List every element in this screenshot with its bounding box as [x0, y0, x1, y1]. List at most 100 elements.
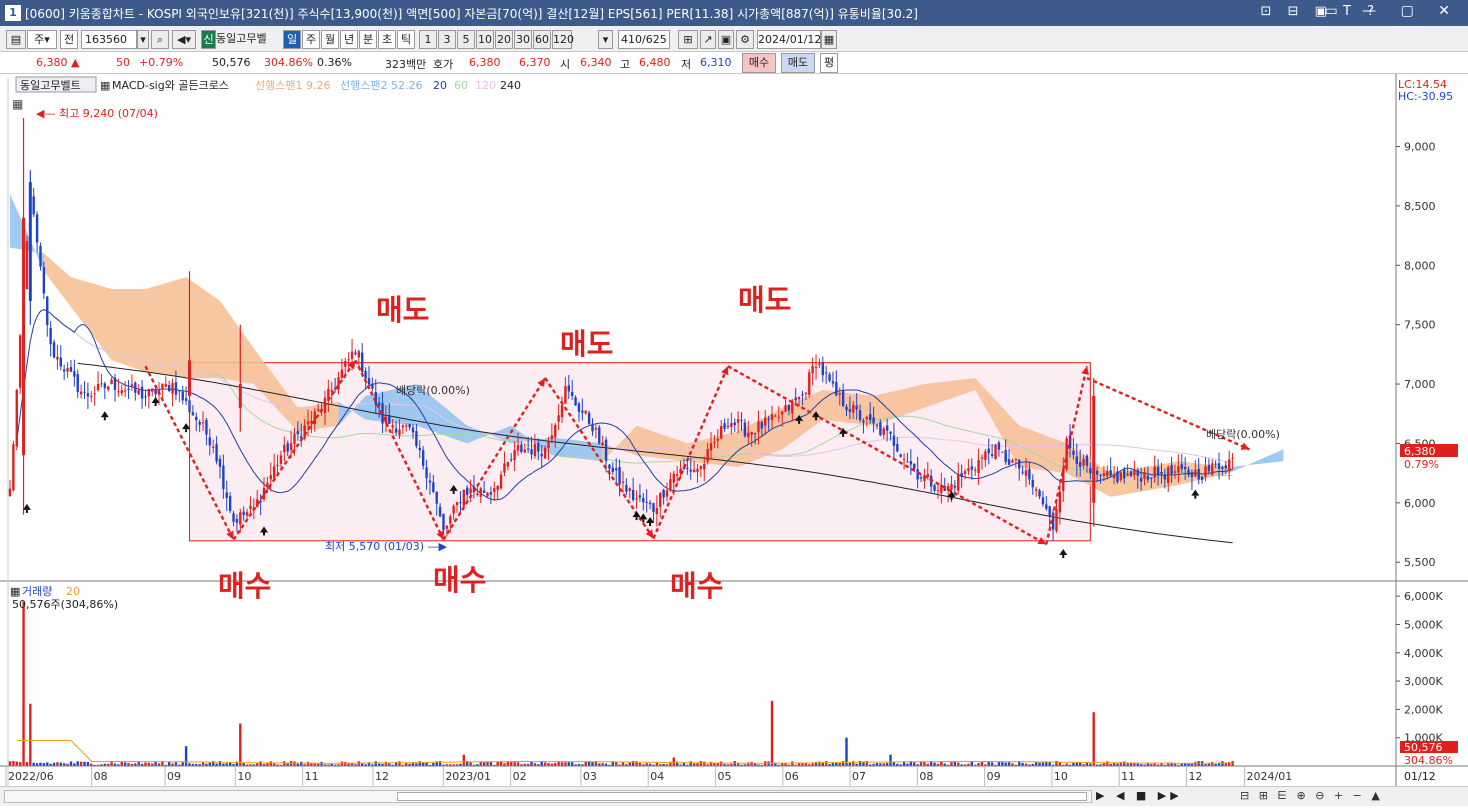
volume-bar — [858, 761, 862, 766]
sell-button[interactable]: 매도 — [781, 53, 815, 73]
code-dropdown-icon[interactable]: ▾ — [137, 30, 149, 49]
candle-body — [733, 422, 736, 426]
zoom-controls[interactable]: ⊟ ⊞ ⋿ ⊕ ⊖ + − ▲ — [1240, 789, 1383, 802]
golden-cross-arrow-stem — [950, 496, 953, 500]
minute-tab-1[interactable]: 1 — [419, 30, 437, 49]
candle-body — [584, 410, 587, 414]
period-select[interactable]: 주▾ — [27, 30, 57, 49]
minute-tab-60[interactable]: 60 — [533, 30, 551, 49]
candle-body — [750, 431, 753, 435]
candle-body — [499, 474, 503, 489]
volume-bar — [824, 761, 828, 766]
candle-body — [902, 458, 906, 460]
candle-body — [618, 467, 621, 485]
save-icon[interactable]: ▣ — [718, 30, 734, 49]
period-tab-5[interactable]: 초 — [378, 30, 396, 49]
scroll-thumb[interactable] — [397, 792, 1087, 801]
gear-icon[interactable]: ⚙ — [736, 30, 754, 49]
buy-button[interactable]: 매수 — [742, 53, 776, 73]
scroll-track[interactable] — [4, 790, 1092, 803]
candle-body — [69, 367, 73, 372]
volume-bar — [110, 762, 113, 766]
window-title: [0600] 키움종합차트 - KOSPI 외국인보유[321(천)] 주식수[… — [25, 6, 918, 21]
prev-button[interactable]: 전 — [60, 30, 78, 49]
candle-body — [15, 390, 18, 447]
minute-tab-5[interactable]: 5 — [457, 30, 475, 49]
legend-indicator[interactable]: MACD-sig와 골든크로스 — [112, 79, 229, 92]
candle-body — [716, 438, 720, 441]
candle-body — [486, 492, 489, 497]
volume-bar — [144, 762, 147, 766]
candle-body — [90, 396, 93, 398]
time-tick-label: 11 — [1121, 770, 1135, 783]
candle-body — [245, 512, 249, 516]
volume-bar — [1078, 762, 1082, 766]
scroll-nav-buttons[interactable]: ▶ ◀ ■ ▶▶ — [1096, 789, 1183, 802]
candle-body — [652, 503, 655, 512]
candle-body — [293, 433, 296, 444]
volume-bar — [1004, 762, 1007, 766]
time-tick-label: 08 — [919, 770, 933, 783]
window-controls[interactable]: ▭ — ▢ ✕ — [1324, 3, 1460, 19]
price-tick-label: 7,000 — [1404, 378, 1436, 391]
layout-icon[interactable]: ▤ — [6, 30, 26, 49]
time-tick-label: 2024/01 — [1247, 770, 1293, 783]
period-tab-1[interactable]: 주 — [302, 30, 320, 49]
volume-bar — [767, 761, 770, 766]
candle-body — [794, 397, 797, 401]
high-annotation: ◀— 최고 9,240 (07/04) — [36, 107, 158, 120]
stock-name: 동일고무벨 — [216, 32, 267, 45]
period-tab-2[interactable]: 월 — [321, 30, 339, 49]
indicator-icon[interactable]: ⊞ — [678, 30, 698, 49]
candle-body — [767, 418, 770, 420]
candle-body — [994, 444, 997, 460]
candle-body — [675, 474, 679, 476]
candle-body — [587, 412, 591, 424]
candle-body — [86, 393, 90, 397]
count-display[interactable]: 410/625 — [618, 30, 670, 49]
calendar-icon[interactable]: ▦ — [821, 30, 837, 49]
time-tick-label: 09 — [167, 770, 181, 783]
candle-body — [228, 496, 232, 511]
candle-body — [1126, 473, 1129, 476]
candle-body — [770, 414, 774, 420]
candle-body — [272, 466, 276, 479]
current-volume-rate-text: 304.86% — [1404, 754, 1453, 767]
volume-bar — [591, 761, 594, 766]
volume-ratio: 304.86% — [264, 56, 313, 69]
candle-body — [93, 393, 96, 395]
period-tab-6[interactable]: 틱 — [397, 30, 415, 49]
candle-body — [909, 461, 913, 465]
minute-tab-3[interactable]: 3 — [438, 30, 456, 49]
draw-icon[interactable]: ↗ — [700, 30, 716, 49]
candle-body — [1048, 506, 1051, 517]
date-input[interactable]: 2024/01/12 — [757, 30, 821, 49]
volume-bar — [770, 700, 774, 766]
volume-bar — [557, 761, 560, 766]
candle-body — [740, 419, 743, 421]
code-input[interactable]: 163560 — [81, 30, 137, 49]
candle-body — [747, 432, 750, 438]
search-icon[interactable]: ⌕ — [151, 30, 169, 49]
period-tab-4[interactable]: 분 — [359, 30, 377, 49]
sound-icon[interactable]: ◀▾ — [172, 30, 196, 49]
candle-body — [76, 374, 79, 392]
candle-body — [1136, 470, 1139, 476]
horizontal-scrollbar[interactable]: ▶ ◀ ■ ▶▶ ⊟ ⊞ ⋿ ⊕ ⊖ + − ▲ — [0, 786, 1468, 806]
candle-body — [394, 428, 398, 433]
candle-body — [665, 490, 669, 497]
minute-tab-20[interactable]: 20 — [495, 30, 513, 49]
minute-dropdown-icon[interactable]: ▾ — [598, 30, 613, 49]
period-tab-0[interactable]: 일 — [283, 30, 301, 49]
volume-bar — [530, 761, 533, 766]
chart-menu-icon[interactable]: ▦ — [12, 97, 23, 111]
minute-tab-120[interactable]: 120 — [552, 30, 574, 49]
candle-body — [367, 378, 371, 385]
minute-tab-10[interactable]: 10 — [476, 30, 494, 49]
volume-bar — [720, 761, 723, 766]
minute-tab-30[interactable]: 30 — [514, 30, 532, 49]
chart-canvas[interactable]: 9,0008,5008,0007,5007,0006,5006,0005,500… — [0, 74, 1468, 786]
period-tab-3[interactable]: 년 — [340, 30, 358, 49]
evaluate-button[interactable]: 평 — [820, 53, 838, 73]
volume-bar — [584, 761, 587, 766]
